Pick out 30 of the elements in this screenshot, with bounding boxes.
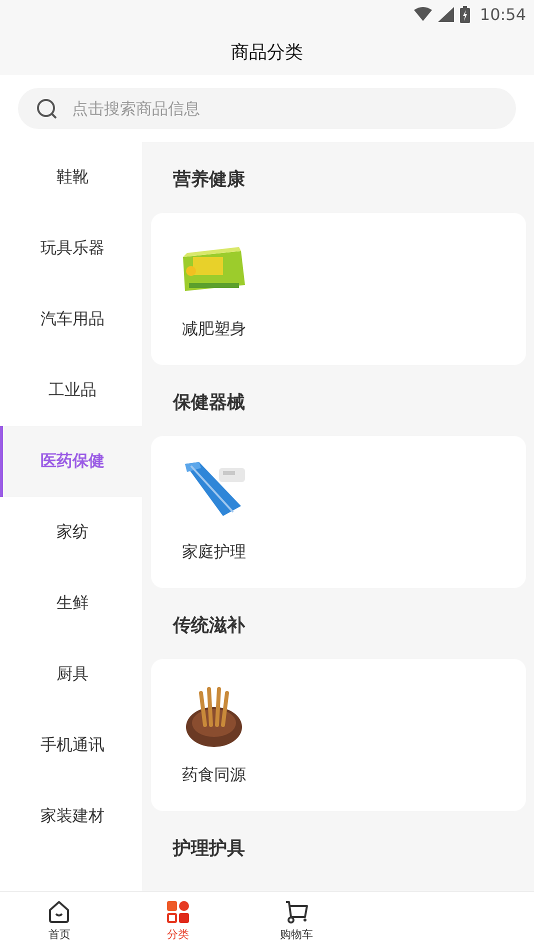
section-title: 护理护具	[172, 837, 246, 861]
category-item[interactable]: 工业品	[0, 355, 142, 426]
grid-icon	[166, 900, 190, 924]
category-item[interactable]: 玩具乐器	[0, 213, 142, 284]
home-icon	[47, 900, 72, 924]
status-time: 10:54	[480, 4, 526, 24]
tab-item[interactable]: 首页	[0, 892, 119, 950]
category-item[interactable]: 家纺	[0, 497, 142, 568]
tab-item[interactable]: 分类	[118, 892, 238, 950]
category-item[interactable]: 厨具	[0, 639, 142, 710]
category-label[interactable]: 家庭护理	[182, 542, 246, 563]
category-item[interactable]: 手机通讯	[0, 710, 142, 781]
category-item[interactable]: 汽车用品	[0, 284, 142, 355]
category-label[interactable]: 减肥塑身	[182, 319, 246, 340]
category-item[interactable]: 生鲜	[0, 568, 142, 639]
search-field[interactable]: 点击搜索商品信息	[18, 88, 516, 129]
section-title: 保健器械	[172, 391, 246, 415]
section-title: 传统滋补	[172, 614, 246, 638]
category-label[interactable]: 药食同源	[182, 765, 246, 786]
tab-item[interactable]: 购物车	[237, 892, 356, 950]
page-title: 商品分类	[231, 40, 303, 64]
category-item[interactable]: 家装建材	[0, 781, 142, 852]
category-item[interactable]: 医药保健	[0, 426, 142, 497]
search-icon	[36, 98, 58, 120]
category-item[interactable]: 鞋靴	[0, 142, 142, 213]
wifi-icon	[414, 7, 432, 21]
section-title: 营养健康	[172, 168, 246, 192]
battery-icon	[460, 6, 470, 22]
cart-icon	[284, 900, 309, 924]
signal-icon	[438, 6, 454, 22]
